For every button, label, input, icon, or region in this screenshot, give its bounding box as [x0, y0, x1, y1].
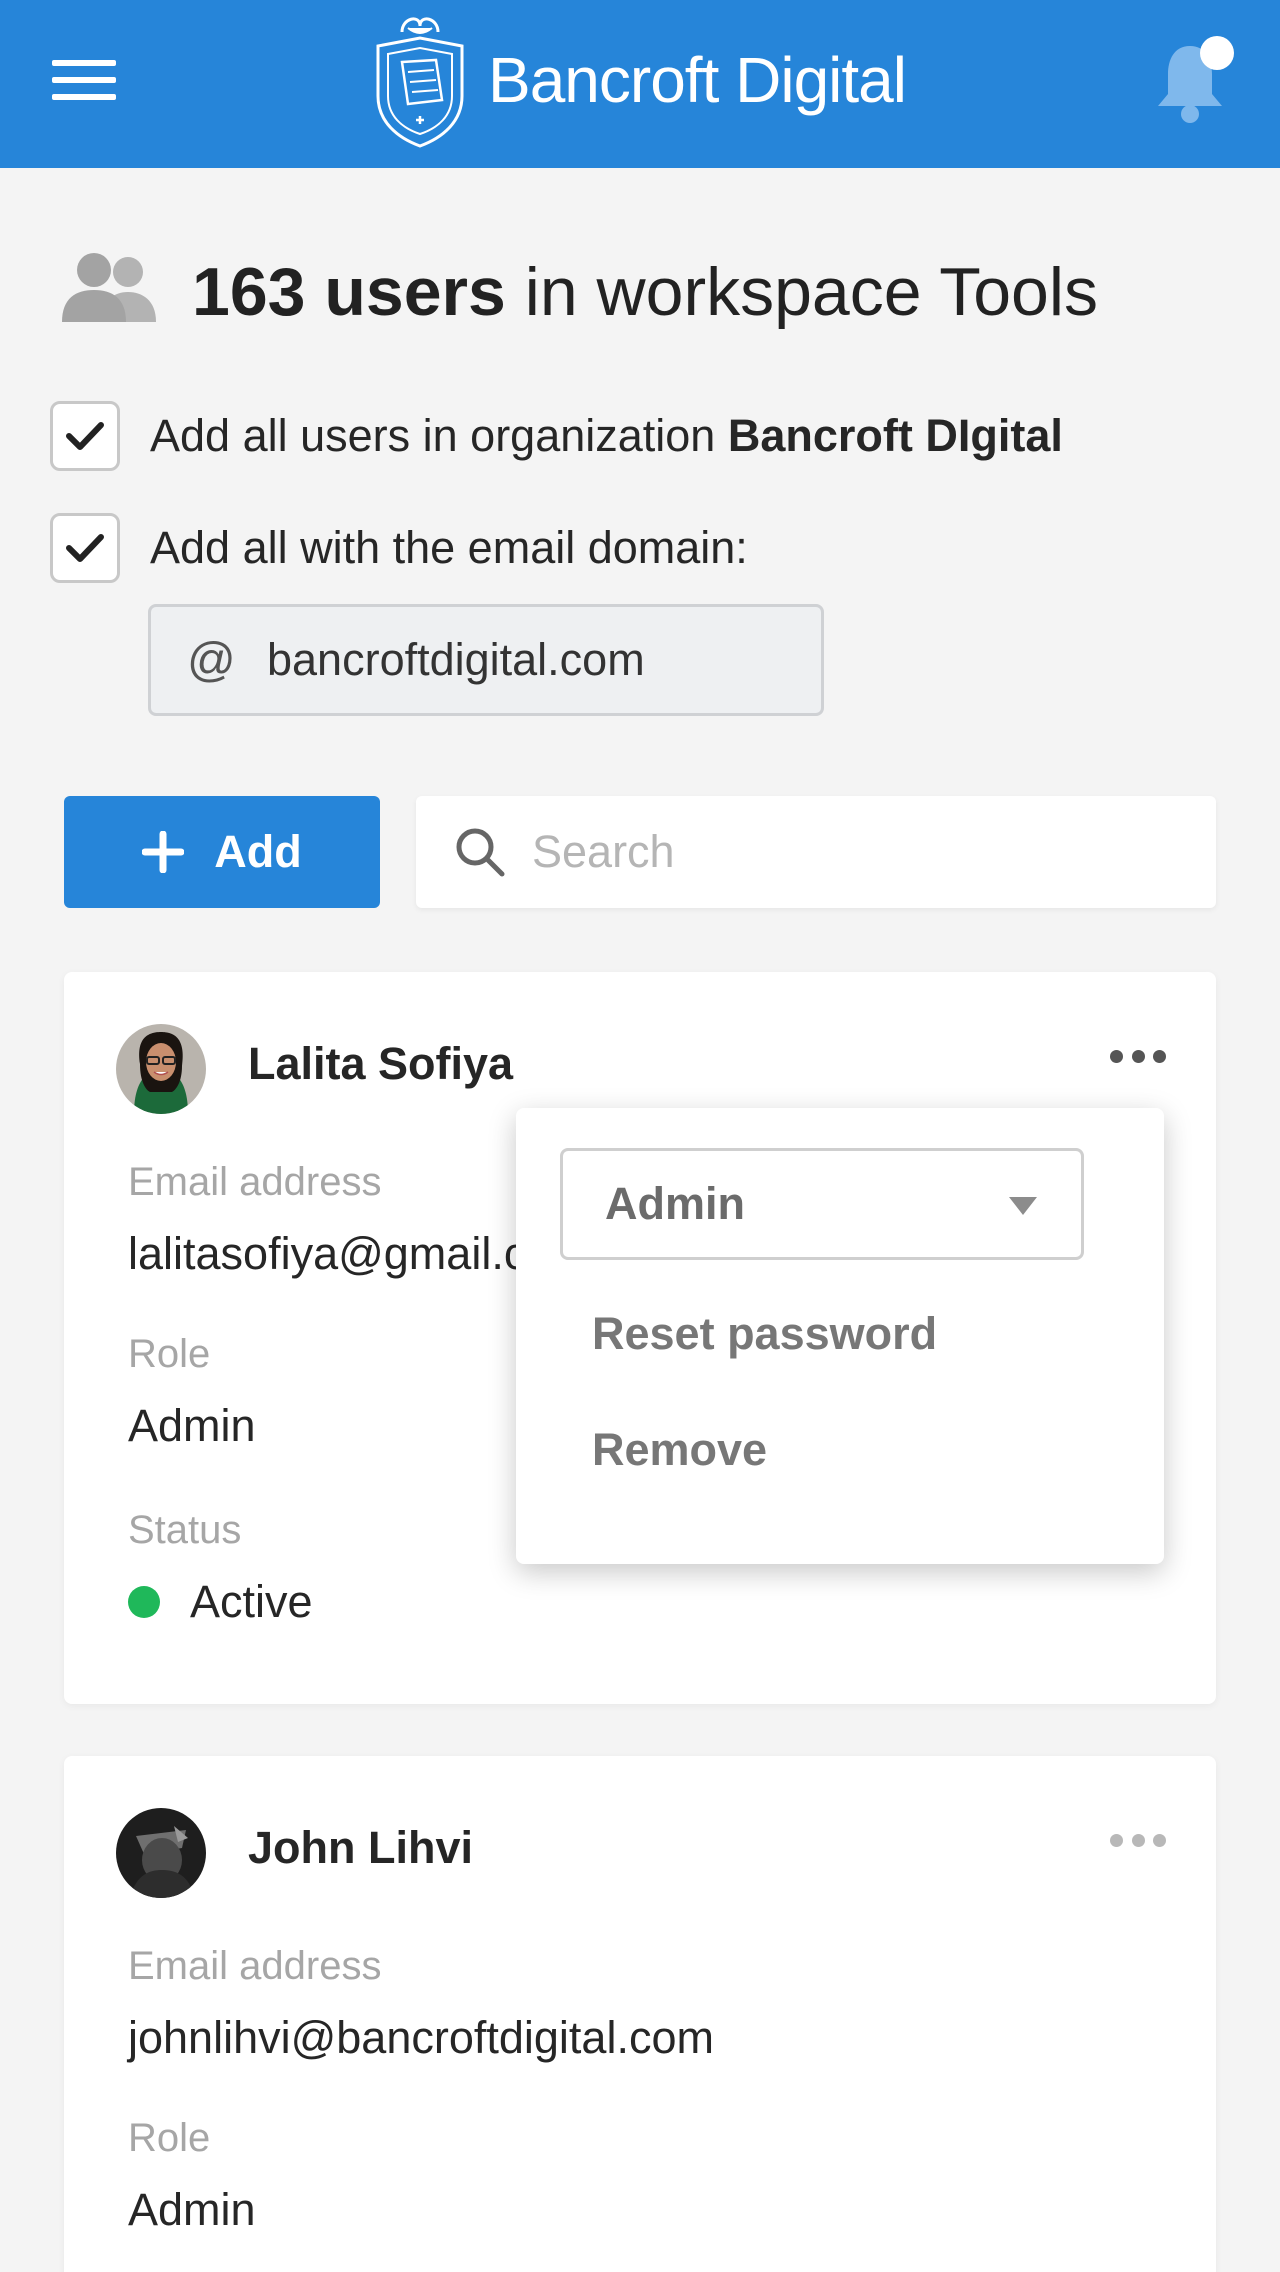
page-title: 163 users in workspace Tools [192, 250, 1098, 334]
email-label: Email address [128, 1160, 382, 1204]
organization-checkbox[interactable] [50, 401, 120, 471]
email-domain-field[interactable]: @ bancroftdigital.com [148, 604, 824, 716]
role-label: Role [128, 1332, 211, 1376]
add-organization-option: Add all users in organization Bancroft D… [50, 400, 1063, 472]
avatar [116, 1024, 206, 1114]
user-name: John Lihvi [248, 1822, 473, 1873]
status-value: Active [128, 1576, 313, 1628]
chevron-down-icon [1009, 1197, 1037, 1215]
email-label: Email address [128, 1944, 382, 1988]
search-input[interactable] [532, 826, 1172, 878]
add-domain-option: Add all with the email domain: [50, 512, 748, 584]
notification-badge [1200, 36, 1234, 70]
app-header: Bancroft Digital [0, 0, 1280, 168]
more-options-icon[interactable] [1110, 1050, 1166, 1066]
user-card: John Lihvi Email address johnlihvi@bancr… [64, 1756, 1216, 2272]
crest-logo-icon [376, 17, 464, 148]
role-select-value: Admin [605, 1178, 745, 1229]
search-icon [456, 828, 505, 877]
role-value: Admin [128, 1400, 256, 1451]
reset-password-item[interactable]: Reset password [592, 1308, 937, 1360]
status-active-dot [128, 1586, 160, 1619]
role-value: Admin [128, 2184, 256, 2235]
organization-option-label: Add all users in organization Bancroft D… [150, 410, 1063, 462]
at-sign-icon: @ [187, 633, 236, 687]
user-actions-menu: Admin Reset password Remove [516, 1108, 1164, 1564]
title-workspace: in workspace Tools [505, 254, 1098, 330]
email-value: johnlihvi@bancroftdigital.com [128, 2012, 714, 2063]
more-options-icon[interactable] [1110, 1834, 1166, 1850]
user-name: Lalita Sofiya [248, 1038, 514, 1089]
remove-user-item[interactable]: Remove [592, 1424, 767, 1476]
checkmark-icon [66, 422, 104, 450]
email-domain-label: Add all with the email domain: [150, 522, 748, 573]
user-count: 163 users [192, 254, 506, 330]
plus-icon [142, 831, 185, 873]
organization-label-text: Add all users in organization [150, 410, 728, 461]
role-select[interactable]: Admin [560, 1148, 1084, 1260]
email-domain-checkbox[interactable] [50, 513, 120, 583]
users-icon [62, 253, 156, 322]
checkmark-icon [66, 534, 104, 562]
brand-name: Bancroft Digital [488, 44, 907, 116]
email-domain-value: bancroftdigital.com [267, 634, 645, 685]
add-user-button[interactable]: Add [64, 796, 380, 908]
avatar [116, 1808, 206, 1898]
add-button-label: Add [214, 826, 302, 877]
status-label: Status [128, 1508, 242, 1552]
status-text: Active [190, 1576, 313, 1627]
hamburger-menu-icon[interactable] [52, 58, 116, 102]
search-box [416, 796, 1216, 908]
role-label: Role [128, 2116, 211, 2160]
organization-name: Bancroft DIgital [727, 410, 1063, 461]
